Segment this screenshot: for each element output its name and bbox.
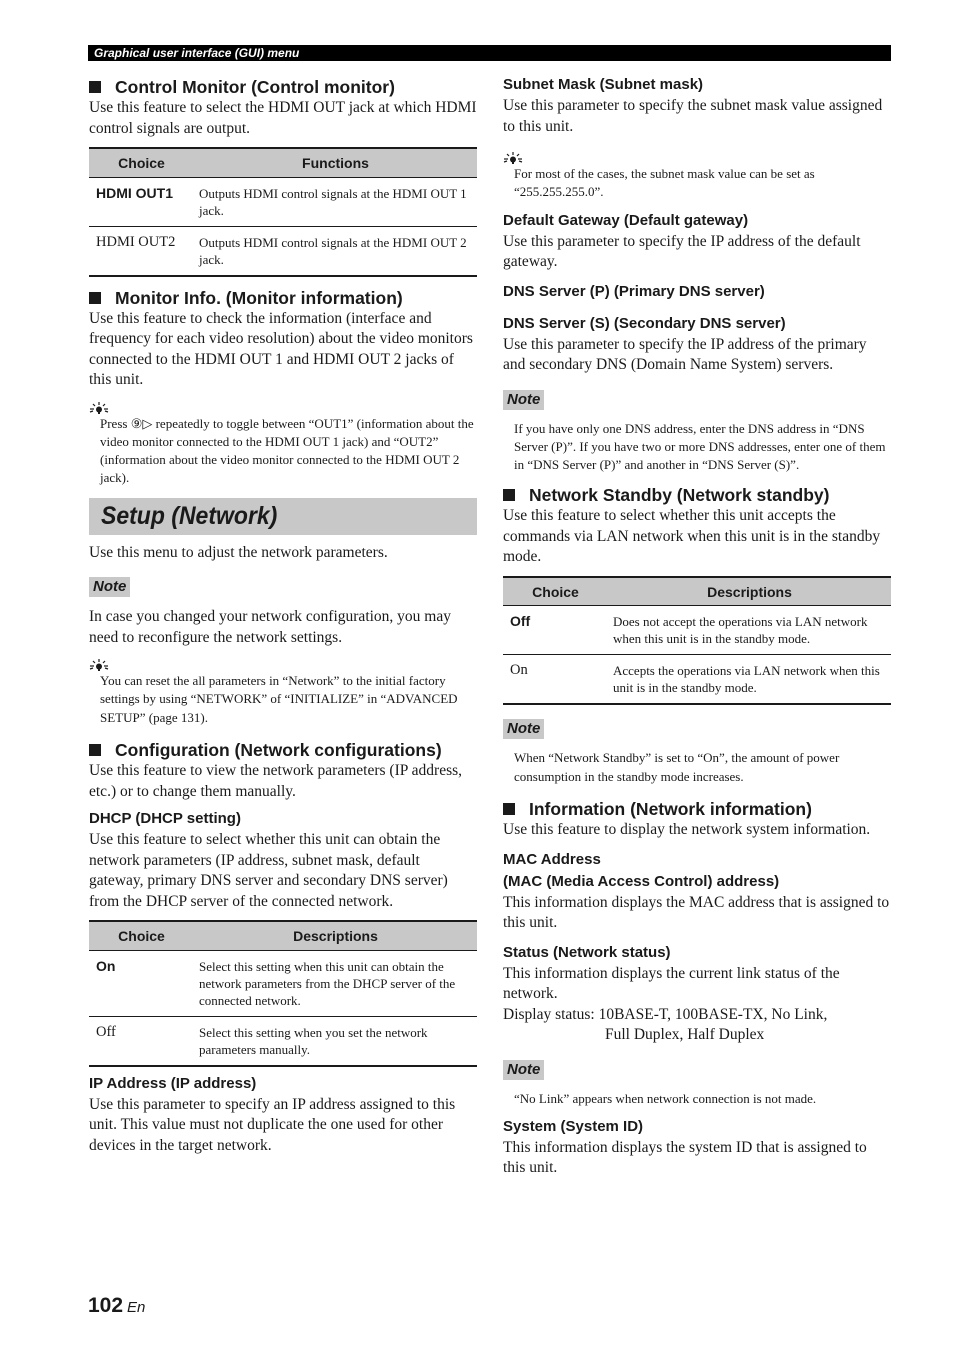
dns-secondary-heading: DNS Server (S) (Secondary DNS server) xyxy=(503,314,786,332)
information-note: “No Link” appears when network connectio… xyxy=(514,1090,817,1106)
setup-network-intro: Use this menu to adjust the network para… xyxy=(89,543,388,561)
running-header: Graphical user interface (GUI) menu xyxy=(88,45,891,61)
note-label: Note xyxy=(503,719,545,740)
dns-primary-heading: DNS Server (P) (Primary DNS server) xyxy=(503,282,765,300)
dhcp-heading: DHCP (DHCP setting) xyxy=(89,810,241,828)
subnet-mask-tip: For most of the cases, the subnet mask v… xyxy=(514,166,815,200)
control-monitor-heading: Control Monitor (Control monitor) xyxy=(89,76,477,98)
ip-address-heading: IP Address (IP address) xyxy=(89,1074,257,1092)
network-standby-body: Use this feature to select whether this … xyxy=(503,507,881,566)
configuration-body: Use this feature to view the network par… xyxy=(89,762,463,800)
monitor-info-tip: Press ⑨▷ repeatedly to toggle between “O… xyxy=(100,415,474,486)
network-standby-heading: Network Standby (Network standby) xyxy=(503,484,891,506)
system-id-heading: System (System ID) xyxy=(503,1117,644,1135)
subnet-mask-heading: Subnet Mask (Subnet mask) xyxy=(503,76,704,93)
table-header-functions: Functions xyxy=(194,147,477,178)
square-bullet-icon xyxy=(503,489,515,502)
system-id-body: This information displays the system ID … xyxy=(503,1138,867,1177)
page-number: 102 En xyxy=(88,1294,146,1317)
display-status-line-2: Full Duplex, Half Duplex xyxy=(605,1026,765,1044)
table-header-descriptions: Descriptions xyxy=(608,575,891,607)
square-bullet-icon xyxy=(503,803,515,816)
monitor-info-heading: Monitor Info. (Monitor information) xyxy=(89,287,477,309)
default-gateway-heading: Default Gateway (Default gateway) xyxy=(503,211,749,229)
mac-address-body: This information displays the MAC addres… xyxy=(503,893,890,932)
dns-note: If you have only one DNS address, enter … xyxy=(514,420,886,473)
square-bullet-icon xyxy=(89,291,101,304)
mac-address-heading: MAC Address xyxy=(503,850,601,868)
language-code: En xyxy=(127,1299,146,1316)
table-header-choice: Choice xyxy=(89,920,194,951)
setup-network-tip: You can reset the all parameters in “Net… xyxy=(100,673,458,725)
table-row: Off Does not accept the operations via LA… xyxy=(503,605,891,656)
default-gateway-body: Use this parameter to specify the IP add… xyxy=(503,232,861,271)
network-standby-table: Choice Descriptions Off Does not accept th… xyxy=(503,575,891,706)
network-standby-note: When “Network Standby” is set to “On”, t… xyxy=(514,750,840,784)
dhcp-body: Use this feature to select whether this … xyxy=(89,831,448,910)
note-label: Note xyxy=(89,577,131,598)
table-row: HDMI OUT2 Outputs HDMI control signals at… xyxy=(89,226,477,277)
lightbulb-tip-icon xyxy=(89,401,109,414)
table-header-choice: Choice xyxy=(503,575,608,607)
note-label: Note xyxy=(503,1059,545,1080)
lightbulb-tip-icon xyxy=(89,659,109,672)
status-body: This information displays the current li… xyxy=(503,964,840,1003)
status-heading: Status (Network status) xyxy=(503,943,671,961)
dns-body: Use this parameter to specify the IP add… xyxy=(503,335,867,374)
information-heading: Information (Network information) xyxy=(503,798,891,820)
square-bullet-icon xyxy=(89,744,101,757)
configuration-heading: Configuration (Network configurations) xyxy=(89,739,477,761)
control-monitor-table: Choice Functions HDMI OUT1 Outputs HDMI co… xyxy=(89,147,477,277)
table-header-descriptions: Descriptions xyxy=(194,920,477,951)
dhcp-table: Choice Descriptions On Select this setting… xyxy=(89,920,477,1067)
lightbulb-tip-icon xyxy=(503,152,523,164)
table-row: Off Select this setting when you set the … xyxy=(89,1016,477,1067)
control-monitor-body: Use this feature to select the HDMI OUT … xyxy=(89,99,477,137)
display-status-line-1: Display status: 10BASE-T, 100BASE-TX, No… xyxy=(503,1005,828,1023)
section-title-setup-network: Setup (Network) xyxy=(89,497,477,535)
table-row: HDMI OUT1 Outputs HDMI control signals at… xyxy=(89,177,477,227)
information-body: Use this feature to display the network … xyxy=(503,821,871,839)
table-row: On Accepts the operations via LAN network… xyxy=(503,654,891,706)
ip-address-body: Use this parameter to specify an IP addr… xyxy=(89,1095,456,1154)
table-header-choice: Choice xyxy=(89,147,194,178)
note-label: Note xyxy=(503,389,545,410)
subnet-mask-body: Use this parameter to specify the subnet… xyxy=(503,97,883,135)
right-column: Subnet Mask (Subnet mask) Use this param… xyxy=(503,72,891,1179)
mac-address-subheading: (MAC (Media Access Control) address) xyxy=(503,872,780,890)
monitor-info-body: Use this feature to check the informatio… xyxy=(89,309,473,389)
square-bullet-icon xyxy=(89,81,101,93)
left-column: Control Monitor (Control monitor) Use th… xyxy=(89,72,477,1156)
setup-network-note: In case you changed your network configu… xyxy=(89,608,451,646)
table-row: On Select this setting when this unit can… xyxy=(89,950,477,1017)
